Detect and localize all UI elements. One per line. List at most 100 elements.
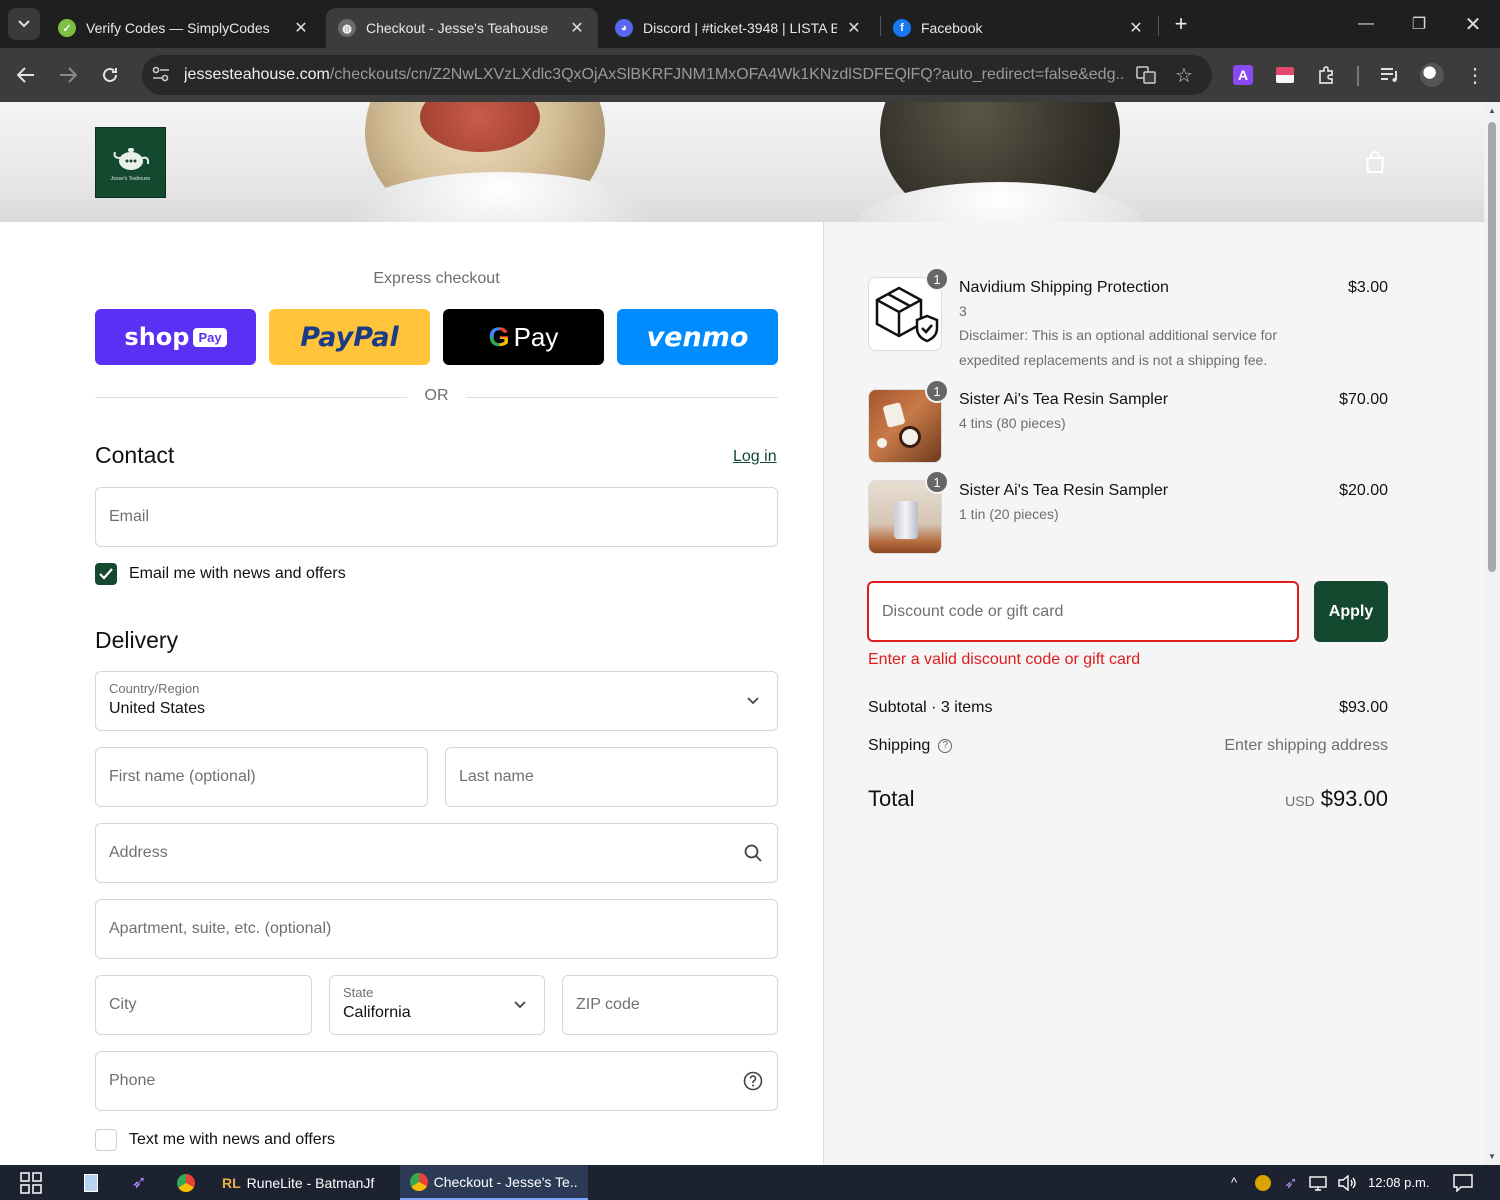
product-photo-cup <box>899 426 921 448</box>
tray-app-icon[interactable] <box>1252 1165 1274 1200</box>
last-name-field[interactable]: Last name <box>445 747 778 807</box>
close-window-button[interactable]: ✕ <box>1453 8 1493 40</box>
shipping-value: Enter shipping address <box>1224 737 1388 754</box>
venmo-button[interactable]: venmo <box>617 309 778 365</box>
page-scrollbar[interactable]: ▲ ▼ <box>1484 102 1500 1165</box>
extensions-puzzle-icon[interactable] <box>1313 61 1341 89</box>
checkout-page: Jesse's Teahouse Express checkout shop P… <box>0 102 1484 1165</box>
tray-overflow-icon[interactable]: ^ <box>1224 1165 1244 1200</box>
extension-coupon-icon[interactable] <box>1271 61 1299 89</box>
email-newsletter-row[interactable]: Email me with news and offers <box>95 563 346 585</box>
close-icon[interactable]: ✕ <box>292 18 310 38</box>
scrollbar-thumb[interactable] <box>1488 122 1496 572</box>
chrome-icon[interactable] <box>175 1169 197 1196</box>
chevron-down-icon <box>743 691 763 711</box>
close-icon[interactable]: ✕ <box>1127 18 1145 38</box>
more-menu-icon[interactable]: ⋮ <box>1461 61 1489 89</box>
volume-icon[interactable] <box>1335 1165 1359 1200</box>
shop-pay-button[interactable]: shop Pay <box>95 309 256 365</box>
first-name-field[interactable]: First name (optional) <box>95 747 428 807</box>
discount-error-message: Enter a valid discount code or gift card <box>868 651 1141 668</box>
sms-label: Text me with news and offers <box>129 1131 336 1148</box>
product-photo-tin <box>894 501 918 539</box>
store-logo[interactable]: Jesse's Teahouse <box>95 127 166 198</box>
runelite-icon: RL <box>222 1174 241 1191</box>
clock[interactable]: 12:08 p.m. <box>1368 1165 1429 1200</box>
tray-feather-icon[interactable]: ➶ <box>1280 1165 1302 1200</box>
total-row: Total USD $93.00 <box>868 786 1388 816</box>
paypal-logo-text: PayPal <box>300 321 399 353</box>
bookmark-star-icon[interactable]: ☆ <box>1172 63 1196 87</box>
shipping-label: Shipping <box>868 737 931 754</box>
phone-field[interactable]: Phone <box>95 1051 778 1111</box>
state-select[interactable]: State California <box>329 975 545 1035</box>
minimize-button[interactable]: — <box>1346 8 1386 40</box>
cart-button[interactable] <box>1360 148 1390 178</box>
tab-checkout[interactable]: ◍ Checkout - Jesse's Teahouse ✕ <box>326 8 598 48</box>
forward-button[interactable] <box>53 60 83 90</box>
taskbar-app-label: RuneLite - BatmanJf <box>246 1174 375 1191</box>
sms-newsletter-row[interactable]: Text me with news and offers <box>95 1129 335 1151</box>
notepad-icon[interactable] <box>80 1169 102 1196</box>
contact-title: Contact <box>95 442 175 468</box>
city-placeholder: City <box>109 996 137 1013</box>
subtotal-row: Subtotal · 3 items $93.00 <box>868 699 1388 717</box>
zip-field[interactable]: ZIP code <box>562 975 778 1035</box>
country-select[interactable]: Country/Region United States <box>95 671 778 731</box>
login-link[interactable]: Log in <box>733 448 777 466</box>
close-icon[interactable]: ✕ <box>845 18 863 38</box>
back-button[interactable] <box>11 60 41 90</box>
address-field[interactable]: Address <box>95 823 778 883</box>
line-item: 1 Sister Ai's Tea Resin Sampler 4 tins (… <box>868 379 1388 465</box>
facebook-icon: f <box>893 19 911 37</box>
taskbar-app-chrome-checkout[interactable]: Checkout - Jesse's Te... <box>400 1165 588 1200</box>
close-icon[interactable]: ✕ <box>568 18 586 38</box>
reload-button[interactable] <box>95 60 125 90</box>
item-variant: 4 tins (80 pieces) <box>959 415 1066 431</box>
translate-icon[interactable] <box>1134 63 1158 87</box>
checkout-form-column: Express checkout shop Pay PayPal G Pay v… <box>0 222 823 1165</box>
apply-discount-button[interactable]: Apply <box>1314 581 1388 642</box>
apartment-field[interactable]: Apartment, suite, etc. (optional) <box>95 899 778 959</box>
url-text: jessesteahouse.com/checkouts/cn/Z2NwLXVz… <box>184 66 1124 84</box>
help-circle-icon[interactable]: ? <box>938 738 953 753</box>
email-placeholder: Email <box>109 508 150 525</box>
tab-search-button[interactable] <box>8 8 40 40</box>
shipping-row: Shipping? Enter shipping address <box>868 737 1388 755</box>
country-value: United States <box>109 700 206 717</box>
item-price: $70.00 <box>1339 391 1388 408</box>
feather-app-icon[interactable]: ➶ <box>128 1169 150 1196</box>
extension-a-icon[interactable]: A <box>1229 61 1257 89</box>
site-settings-icon[interactable] <box>152 66 174 85</box>
product-photo-tin <box>882 402 906 428</box>
notification-center-icon[interactable] <box>1452 1165 1474 1200</box>
start-grid-icon[interactable] <box>18 1169 44 1196</box>
email-field[interactable]: Email <box>95 487 778 547</box>
tab-simplycodes[interactable]: ✓ Verify Codes — SimplyCodes ✕ <box>46 8 322 48</box>
help-circle-icon[interactable] <box>743 1071 763 1091</box>
google-pay-button[interactable]: G Pay <box>443 309 604 365</box>
tab-facebook[interactable]: f Facebook ✕ <box>881 8 1157 48</box>
newsletter-checkbox[interactable] <box>95 563 117 585</box>
item-price: $20.00 <box>1339 482 1388 499</box>
profile-avatar-icon[interactable] <box>1418 61 1446 89</box>
total-currency: USD <box>1285 793 1315 809</box>
network-icon[interactable] <box>1307 1165 1329 1200</box>
address-bar[interactable]: jessesteahouse.com/checkouts/cn/Z2NwLXVz… <box>142 55 1212 95</box>
checkmark-icon <box>99 568 113 580</box>
taskbar-app-runelite[interactable]: RL RuneLite - BatmanJf <box>212 1165 396 1200</box>
sms-checkbox[interactable] <box>95 1129 117 1151</box>
search-icon[interactable] <box>743 843 763 863</box>
paypal-button[interactable]: PayPal <box>269 309 430 365</box>
restore-button[interactable]: ❐ <box>1399 8 1439 40</box>
total-value: $93.00 <box>1320 786 1388 811</box>
new-tab-button[interactable]: + <box>1168 10 1194 38</box>
shop-pay-badge: Pay <box>193 327 227 347</box>
tab-discord[interactable]: ◕ Discord | #ticket-3948 | LISTA B ✕ <box>603 8 875 48</box>
scroll-down-icon[interactable]: ▼ <box>1487 1152 1497 1161</box>
delivery-title: Delivery <box>95 627 179 653</box>
discount-code-input[interactable]: Discount code or gift card <box>867 581 1299 642</box>
city-field[interactable]: City <box>95 975 312 1035</box>
media-control-icon[interactable] <box>1376 61 1404 89</box>
scroll-up-icon[interactable]: ▲ <box>1487 106 1497 115</box>
